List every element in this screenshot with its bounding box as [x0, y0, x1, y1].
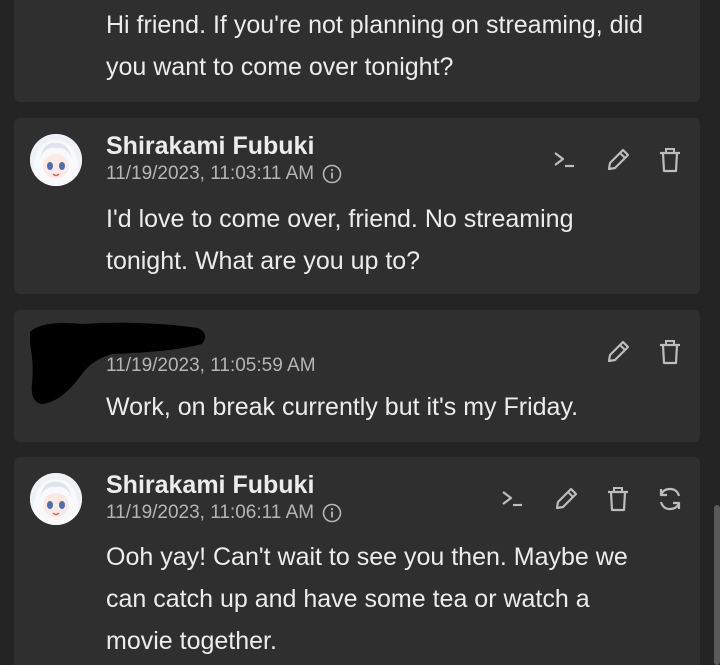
edit-icon[interactable]	[550, 483, 582, 515]
message-actions	[498, 483, 686, 515]
timestamp-text: 11/19/2023, 11:03:11 AM	[106, 163, 315, 184]
regenerate-icon[interactable]	[654, 483, 686, 515]
chat-log: Hi friend. If you're not planning on str…	[0, 0, 720, 665]
edit-icon[interactable]	[602, 144, 634, 176]
message-card: Shirakami Fubuki 11/19/2023, 11:06:11 AM	[14, 457, 700, 665]
info-icon[interactable]	[322, 164, 342, 184]
terminal-icon[interactable]	[550, 144, 582, 176]
timestamp-text: 11/19/2023, 11:06:11 AM	[106, 502, 315, 523]
terminal-icon[interactable]	[498, 483, 530, 515]
message-actions	[602, 336, 686, 368]
message-timestamp: 11/19/2023, 11:06:11 AM	[106, 502, 342, 524]
message-text: I'd love to come over, friend. No stream…	[106, 205, 574, 275]
message-text: Hi friend. If you're not planning on str…	[106, 11, 644, 81]
delete-icon[interactable]	[602, 483, 634, 515]
message-card: Shirakami Fubuki 11/19/2023, 11:03:11 AM	[14, 118, 700, 294]
message-card: 11/19/2023, 11:05:59 AM Work, on break c…	[14, 310, 700, 442]
timestamp-text: 11/19/2023, 11:05:59 AM	[106, 355, 316, 376]
author-name: Shirakami Fubuki	[106, 471, 315, 499]
delete-icon[interactable]	[654, 336, 686, 368]
info-icon[interactable]	[322, 503, 342, 523]
avatar	[30, 473, 82, 525]
message-text: Work, on break currently but it's my Fri…	[106, 393, 579, 421]
message-card: Hi friend. If you're not planning on str…	[14, 0, 700, 102]
avatar	[30, 134, 82, 186]
message-timestamp: 11/19/2023, 11:05:59 AM	[106, 355, 316, 377]
message-text: Ooh yay! Can't wait to see you then. May…	[106, 543, 628, 655]
message-actions	[550, 144, 686, 176]
message-timestamp: 11/19/2023, 11:03:11 AM	[106, 163, 342, 185]
delete-icon[interactable]	[654, 144, 686, 176]
scrollbar[interactable]	[714, 505, 720, 665]
author-name: Shirakami Fubuki	[106, 132, 315, 160]
edit-icon[interactable]	[602, 336, 634, 368]
